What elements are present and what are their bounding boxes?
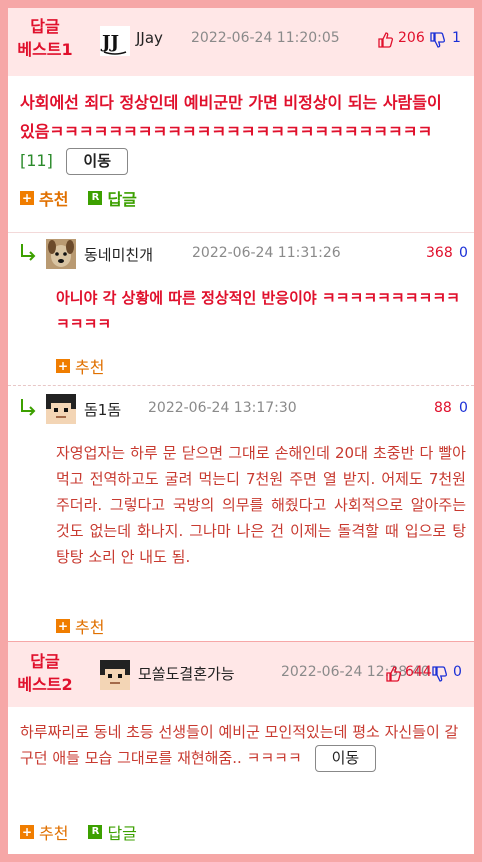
plus-icon: + [56, 619, 70, 633]
recommend-button[interactable]: 추천 [39, 186, 68, 210]
thumbs-down-icon[interactable] [432, 666, 448, 682]
user-avatar-jjay[interactable]: JJ [100, 26, 130, 56]
upvote-count: 368 [426, 245, 453, 261]
user-avatar-dog[interactable] [46, 239, 76, 269]
best-tag-1: 답글 베스트1 [8, 15, 82, 61]
best-comment-1-text: 사회에선 죄다 정상인데 예비군만 가면 비정상이 되는 사람들이 있음ㅋㅋㅋㅋ… [20, 88, 460, 175]
comment-date: 2022-06-24 13:17:30 [148, 400, 297, 416]
best-comment-1-header: 답글 베스트1 JJ JJay 2022-06-24 11:20:05 206 … [8, 8, 474, 76]
best-comment-2-header: 답글 베스트2 모쏠도결혼가능 2022-06-24 12:38:40 644 … [8, 641, 474, 707]
author-name[interactable]: 동네미친개 [84, 244, 153, 265]
best-comment-2-body: 하루짜리로 동네 초등 선생들이 예비군 모인적있는데 평소 자신들이 갈구던 … [8, 707, 474, 854]
comment-date: 2022-06-24 11:20:05 [191, 30, 340, 46]
recommend-button[interactable]: 추천 [75, 614, 104, 638]
reply-text: 자영업자는 하루 문 닫으면 그대로 손해인데 20대 초중반 다 빨아먹고 전… [56, 444, 466, 566]
best-comment-2-text: 하루짜리로 동네 초등 선생들이 예비군 모인적있는데 평소 자신들이 갈구던 … [20, 719, 464, 772]
move-button[interactable]: 이동 [66, 148, 129, 175]
user-avatar-pixel[interactable] [100, 660, 130, 690]
best-tag-line2: 베스트2 [17, 675, 73, 694]
best-tag-2: 답글 베스트2 [8, 650, 82, 696]
best-tag-line2: 베스트1 [17, 40, 73, 59]
thumbs-up-icon[interactable] [386, 666, 402, 682]
comment-actions: + 추천 R 답글 [20, 187, 157, 209]
downvote-count: 0 [459, 400, 468, 416]
plus-icon: + [20, 825, 34, 839]
comment-count[interactable]: [11] [20, 151, 53, 170]
comment-actions: + 추천 [56, 355, 124, 377]
reply-arrow-icon [21, 399, 36, 416]
comment-panel: 답글 베스트1 JJ JJay 2022-06-24 11:20:05 206 … [0, 0, 482, 862]
move-button[interactable]: 이동 [314, 745, 377, 772]
thumbs-down-icon[interactable] [430, 32, 446, 48]
reply-2: 돔1돔 2022-06-24 13:17:30 88 0 자영업자는 하루 문 … [8, 386, 474, 641]
reply-arrow-icon [21, 244, 36, 261]
upvote-count: 206 [398, 30, 425, 46]
comment-date: 2022-06-24 11:31:26 [192, 245, 341, 261]
reply-1: 동네미친개 2022-06-24 11:31:26 368 0 아니야 각 상황… [8, 232, 474, 377]
upvote-count: 644 [405, 664, 432, 680]
user-avatar-pixel[interactable] [46, 394, 76, 424]
reply-text: 아니야 각 상황에 따른 정상적인 반응이야 ㅋㅋㅋㅋㅋㅋㅋㅋㅋㅋㅋㅋㅋㅋ [56, 289, 460, 333]
r-icon: R [88, 191, 103, 205]
comment-text: 사회에선 죄다 정상인데 예비군만 가면 비정상이 되는 사람들이 있음ㅋㅋㅋㅋ… [20, 93, 442, 141]
author-name[interactable]: 돔1돔 [84, 399, 121, 420]
recommend-button[interactable]: 추천 [39, 820, 68, 844]
comment-actions: + 추천 [56, 615, 124, 637]
author-name[interactable]: JJay [136, 29, 163, 47]
comment-actions: + 추천 R 답글 [20, 821, 157, 843]
r-icon: R [88, 825, 103, 839]
plus-icon: + [20, 191, 34, 205]
downvote-count: 0 [453, 664, 462, 680]
best-tag-line1: 답글 [30, 17, 60, 36]
upvote-count: 88 [434, 400, 452, 416]
recommend-button[interactable]: 추천 [75, 354, 104, 378]
plus-icon: + [56, 359, 70, 373]
best-comment-1-body: 사회에선 죄다 정상인데 예비군만 가면 비정상이 되는 사람들이 있음ㅋㅋㅋㅋ… [8, 76, 474, 231]
thumbs-up-icon[interactable] [378, 32, 394, 48]
reply-button[interactable]: 답글 [107, 820, 136, 844]
best-tag-line1: 답글 [30, 652, 60, 671]
author-name[interactable]: 모쏠도결혼가능 [138, 663, 235, 684]
comment-text: 하루짜리로 동네 초등 선생들이 예비군 모인적있는데 평소 자신들이 갈구던 … [20, 723, 459, 767]
svg-text:JJ: JJ [100, 32, 119, 53]
reply-button[interactable]: 답글 [107, 186, 136, 210]
downvote-count: 0 [459, 245, 468, 261]
downvote-count: 1 [452, 30, 461, 46]
